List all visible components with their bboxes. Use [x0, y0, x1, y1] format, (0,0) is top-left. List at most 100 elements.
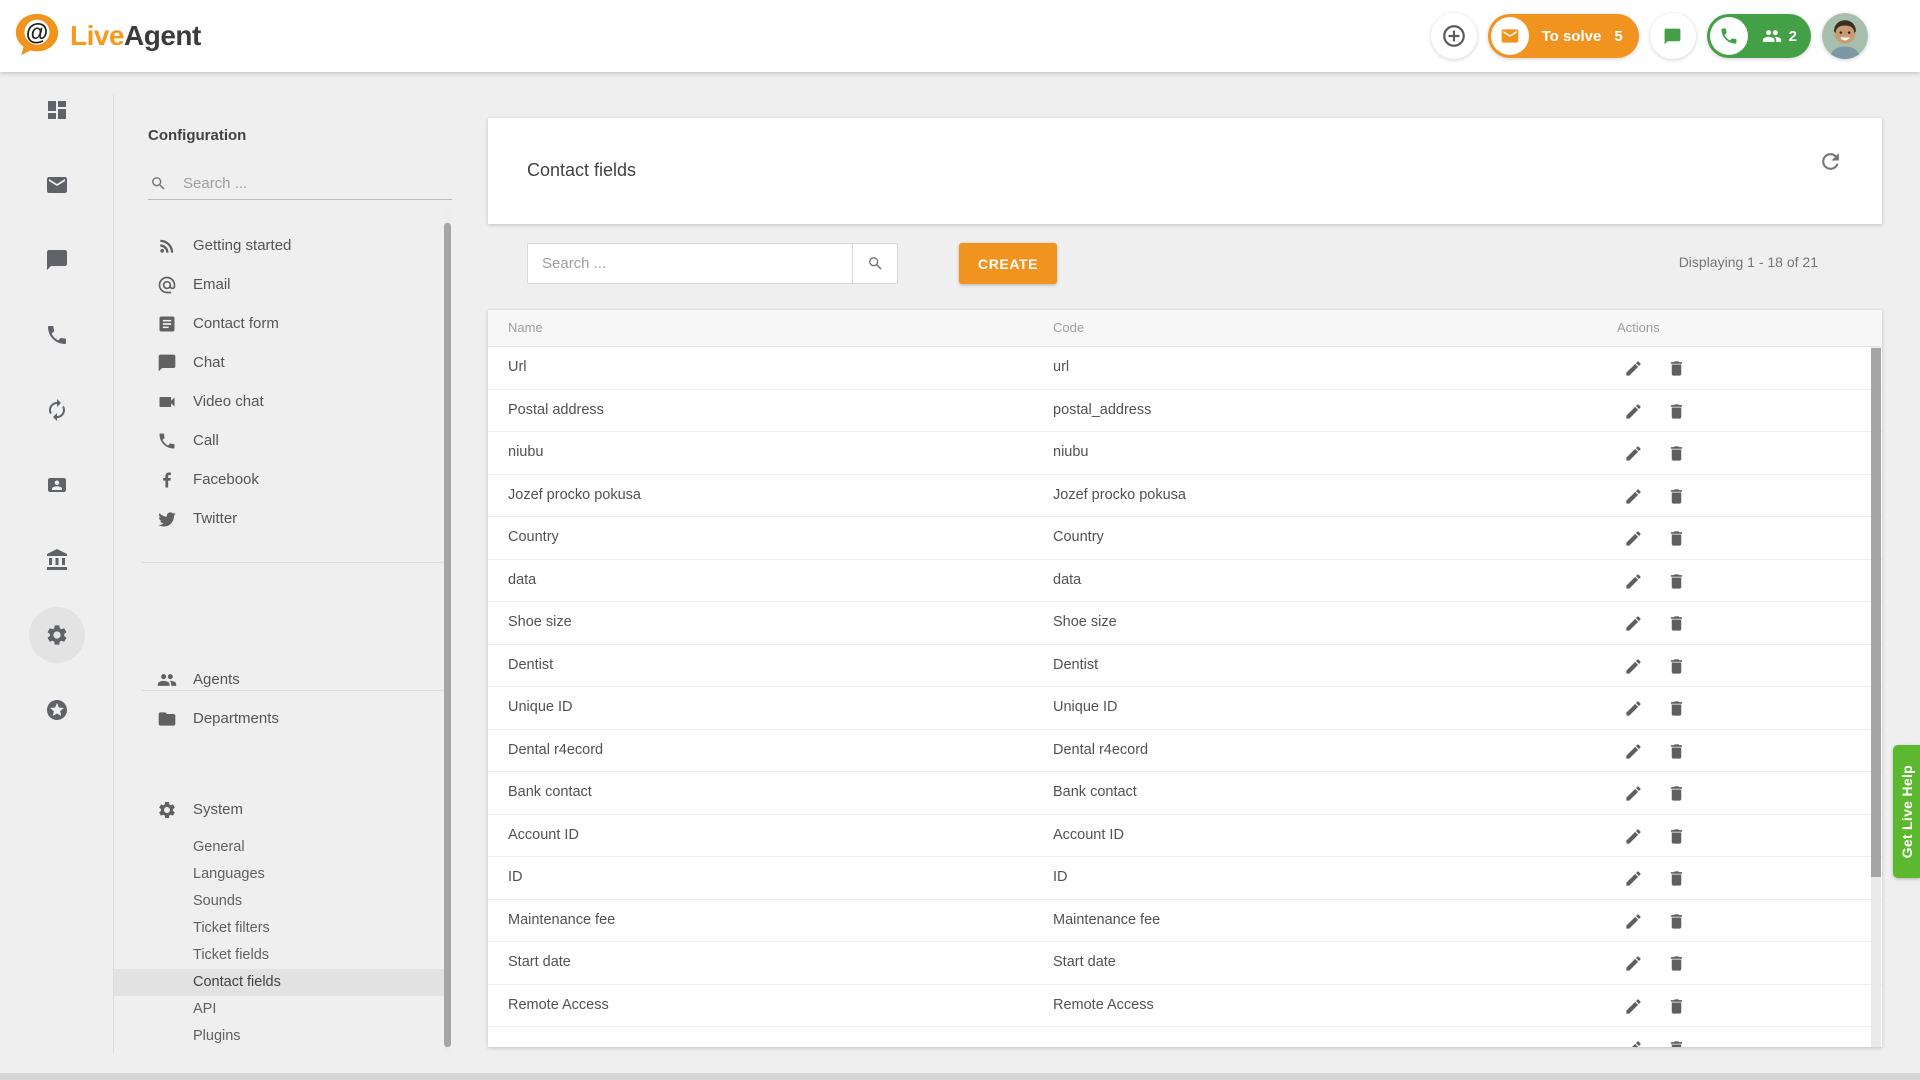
system-subitem[interactable]: Gamification — [114, 1050, 446, 1053]
user-avatar[interactable] — [1822, 13, 1868, 59]
system-subitem[interactable]: API — [114, 996, 446, 1023]
edit-button[interactable] — [1624, 657, 1643, 676]
table-body: Url url Postal address postal_address — [488, 347, 1882, 1027]
edit-icon — [1624, 614, 1643, 633]
column-header-actions: Actions — [1617, 320, 1660, 335]
rail-item[interactable] — [0, 222, 113, 297]
sidebar-menu-item[interactable]: Video chat — [114, 382, 446, 421]
rail-item[interactable] — [0, 597, 113, 672]
liveagent-logo[interactable]: @ LiveAgent — [12, 9, 201, 63]
delete-button[interactable] — [1667, 529, 1686, 548]
delete-button[interactable] — [1667, 614, 1686, 633]
delete-button[interactable] — [1667, 742, 1686, 761]
edit-button[interactable] — [1624, 1039, 1643, 1047]
get-live-help-label: Get Live Help — [1899, 765, 1915, 858]
rail-item[interactable] — [0, 672, 113, 747]
delete-button[interactable] — [1667, 359, 1686, 378]
to-solve-button[interactable]: To solve 5 — [1488, 14, 1639, 58]
edit-button[interactable] — [1624, 444, 1643, 463]
system-subitem[interactable]: Sounds — [114, 888, 446, 915]
edit-button[interactable] — [1624, 359, 1643, 378]
stars-icon — [45, 698, 69, 722]
table-row: Account ID Account ID — [488, 815, 1882, 858]
people-icon — [1762, 26, 1782, 46]
rail-item[interactable] — [0, 372, 113, 447]
delete-button[interactable] — [1667, 784, 1686, 803]
edit-button[interactable] — [1624, 614, 1643, 633]
system-subitem[interactable]: Ticket fields — [114, 942, 446, 969]
edit-button[interactable] — [1624, 784, 1643, 803]
rail-item[interactable] — [0, 72, 113, 147]
edit-icon — [1624, 529, 1643, 548]
table-row: Maintenance fee Maintenance fee — [488, 900, 1882, 943]
delete-button[interactable] — [1667, 827, 1686, 846]
system-subitem[interactable]: Languages — [114, 861, 446, 888]
delete-button[interactable] — [1667, 487, 1686, 506]
contact-fields-table: Name Code Actions Url url Postal address… — [488, 310, 1882, 1047]
system-subitem[interactable]: General — [114, 834, 446, 861]
rail-item[interactable] — [0, 522, 113, 597]
search-icon — [867, 255, 884, 272]
horizontal-scrollbar[interactable] — [0, 1073, 1920, 1080]
delete-button[interactable] — [1667, 657, 1686, 676]
edit-icon — [1624, 784, 1643, 803]
sidebar-group-item[interactable]: Departments — [114, 699, 446, 738]
edit-button[interactable] — [1624, 869, 1643, 888]
table-search-input[interactable] — [528, 244, 852, 283]
edit-icon — [1624, 699, 1643, 718]
calls-online-button[interactable]: 2 — [1707, 14, 1811, 58]
sidebar-scrollbar-thumb[interactable] — [444, 223, 451, 1047]
delete-icon — [1667, 784, 1686, 803]
sidebar-group-item[interactable]: Agents — [114, 660, 446, 699]
delete-button[interactable] — [1667, 444, 1686, 463]
edit-button[interactable] — [1624, 912, 1643, 931]
sidebar-item-system[interactable]: System — [114, 790, 446, 829]
delete-icon — [1667, 1039, 1686, 1047]
edit-button[interactable] — [1624, 529, 1643, 548]
edit-button[interactable] — [1624, 402, 1643, 421]
delete-button[interactable] — [1667, 572, 1686, 591]
delete-icon — [1667, 997, 1686, 1016]
add-new-button[interactable] — [1431, 13, 1477, 59]
sidebar-menu-item[interactable]: Twitter — [114, 499, 446, 538]
sidebar-menu: Getting started Email Contact form Chat … — [114, 226, 446, 538]
system-subitem[interactable]: Contact fields — [114, 969, 446, 996]
refresh-button[interactable] — [1818, 149, 1844, 175]
get-live-help-tab[interactable]: Get Live Help — [1893, 745, 1920, 878]
edit-button[interactable] — [1624, 827, 1643, 846]
sidebar-menu-item[interactable]: Email — [114, 265, 446, 304]
edit-button[interactable] — [1624, 997, 1643, 1016]
edit-button[interactable] — [1624, 742, 1643, 761]
avatar-image — [1822, 13, 1868, 59]
system-subitem[interactable]: Ticket filters — [114, 915, 446, 942]
system-subitem[interactable]: Plugins — [114, 1023, 446, 1050]
delete-button[interactable] — [1667, 869, 1686, 888]
sidebar-menu-item[interactable]: Call — [114, 421, 446, 460]
edit-button[interactable] — [1624, 954, 1643, 973]
at-icon — [157, 275, 177, 295]
delete-button[interactable] — [1667, 1039, 1686, 1047]
edit-button[interactable] — [1624, 487, 1643, 506]
topbar: @ LiveAgent To solve 5 2 — [0, 0, 1920, 72]
table-search-button[interactable] — [852, 244, 897, 283]
sidebar-menu-item[interactable]: Contact form — [114, 304, 446, 343]
people-icon — [157, 670, 177, 690]
sidebar-search-input[interactable] — [183, 175, 423, 192]
sidebar-menu-item[interactable]: Facebook — [114, 460, 446, 499]
rail-item[interactable] — [0, 147, 113, 222]
chats-button[interactable] — [1650, 13, 1696, 59]
delete-button[interactable] — [1667, 954, 1686, 973]
delete-button[interactable] — [1667, 699, 1686, 718]
delete-button[interactable] — [1667, 402, 1686, 421]
create-button[interactable]: CREATE — [959, 243, 1057, 284]
table-scrollbar-thumb[interactable] — [1871, 348, 1881, 877]
edit-button[interactable] — [1624, 699, 1643, 718]
rail-item[interactable] — [0, 297, 113, 372]
sidebar-menu-item[interactable]: Chat — [114, 343, 446, 382]
to-solve-count: 5 — [1614, 28, 1622, 45]
sidebar-menu-item[interactable]: Getting started — [114, 226, 446, 265]
rail-item[interactable] — [0, 447, 113, 522]
edit-button[interactable] — [1624, 572, 1643, 591]
delete-button[interactable] — [1667, 997, 1686, 1016]
delete-button[interactable] — [1667, 912, 1686, 931]
